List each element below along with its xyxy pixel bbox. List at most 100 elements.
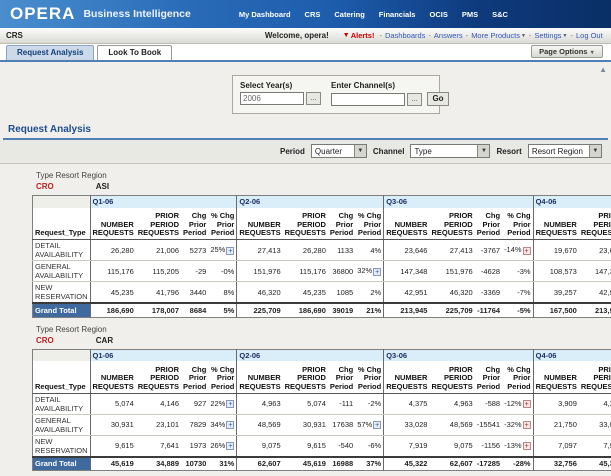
row-label: DETAIL AVAILABILITY: [33, 393, 91, 414]
cro-label: CRO: [36, 336, 54, 345]
cell: 62,607: [429, 457, 474, 471]
region-label: ASI: [96, 182, 109, 191]
chevron-down-icon: ▼: [590, 50, 595, 56]
cell: 9,615: [90, 435, 136, 457]
banner-nav-item-crs[interactable]: CRS: [305, 10, 321, 19]
column-header: % Chg Prior Period: [355, 208, 384, 240]
column-header: % Chg Prior Period: [502, 361, 533, 393]
banner-nav-item-catering[interactable]: Catering: [334, 10, 364, 19]
section-label: CRS: [6, 31, 23, 40]
banner-nav-item-ocis[interactable]: OCIS: [429, 10, 447, 19]
corner-cell: [33, 196, 91, 208]
collapse-arrow-icon[interactable]: ▲: [599, 65, 607, 74]
cell: -7%: [502, 282, 533, 304]
column-header: NUMBER REQUESTS: [384, 208, 430, 240]
cell: -0%: [208, 261, 237, 282]
drill-expand-icon[interactable]: +: [523, 442, 531, 450]
cell: -2%: [355, 393, 384, 414]
cell: 213,945: [384, 303, 430, 317]
column-header: % Chg Prior Period: [502, 208, 533, 240]
cell: 27,413: [429, 240, 474, 261]
separator: -: [529, 31, 532, 40]
channel-select[interactable]: Type▼: [410, 144, 490, 158]
cell: 8%: [208, 282, 237, 304]
cell: 45,619: [90, 457, 136, 471]
util-link-more-products[interactable]: More Products: [471, 31, 520, 40]
cell: 45,619: [283, 457, 328, 471]
cell: 115,205: [136, 261, 181, 282]
page-options-button[interactable]: Page Options ▼: [531, 45, 603, 58]
dashboard-content: ▲ Select Year(s) ... Enter Channel(s) ..…: [0, 62, 611, 476]
grand-total-label: Grand Total: [33, 303, 91, 317]
banner-nav-item-pms[interactable]: PMS: [462, 10, 478, 19]
cell: 927: [181, 393, 208, 414]
cell: 5,074: [283, 393, 328, 414]
region-line: CROASI: [36, 182, 603, 191]
row-header: Request_Type: [33, 361, 91, 393]
welcome-text: Welcome, opera!: [265, 31, 329, 40]
cell: 10730: [181, 457, 208, 471]
quarter-header: Q3-06: [384, 196, 533, 208]
util-link-dashboards[interactable]: Dashboards: [385, 31, 425, 40]
cell: 9,615: [283, 435, 328, 457]
cell: 5,074: [90, 393, 136, 414]
alerts-link[interactable]: Alerts!: [351, 31, 375, 40]
cell: 33,028: [384, 414, 430, 435]
drill-expand-icon[interactable]: +: [523, 400, 531, 408]
cell: 37%: [355, 457, 384, 471]
column-header: NUMBER REQUESTS: [237, 208, 283, 240]
column-header: NUMBER REQUESTS: [237, 361, 283, 393]
cell: 7,919: [579, 435, 611, 457]
drill-expand-icon[interactable]: +: [226, 442, 234, 450]
cell: 4,375: [384, 393, 430, 414]
year-label: Select Year(s): [240, 81, 321, 90]
tab-look-to-book[interactable]: Look To Book: [97, 45, 172, 60]
banner-nav-item-my-dashboard[interactable]: My Dashboard: [239, 10, 291, 19]
opera-logo: OPERA: [10, 4, 75, 24]
cell: -11764: [475, 303, 502, 317]
cell: 32,756: [533, 457, 579, 471]
cell: -14%+: [502, 240, 533, 261]
cell: 7,641: [136, 435, 181, 457]
channel-input[interactable]: [331, 93, 405, 106]
cell: 31%: [208, 457, 237, 471]
go-button[interactable]: Go: [427, 92, 449, 106]
drill-expand-icon[interactable]: +: [226, 421, 234, 429]
row-label: GENERAL AVAILABILITY: [33, 414, 91, 435]
channel-label: Enter Channel(s): [331, 81, 449, 90]
cell: 57%+: [355, 414, 384, 435]
cell: -29: [181, 261, 208, 282]
drill-expand-icon[interactable]: +: [226, 400, 234, 408]
column-header: NUMBER REQUESTS: [533, 361, 579, 393]
cell: -1156: [475, 435, 502, 457]
util-link-log-out[interactable]: Log Out: [576, 31, 603, 40]
year-input[interactable]: [240, 92, 304, 105]
cell: -5%: [502, 303, 533, 317]
year-browse-button[interactable]: ...: [306, 92, 321, 105]
cell: 5%: [208, 303, 237, 317]
banner-nav-item-financials[interactable]: Financials: [379, 10, 416, 19]
drill-expand-icon[interactable]: +: [373, 421, 381, 429]
column-header: Chg Prior Period: [181, 361, 208, 393]
cell: 48,569: [237, 414, 283, 435]
drill-expand-icon[interactable]: +: [523, 421, 531, 429]
drill-expand-icon[interactable]: +: [226, 247, 234, 255]
channel-browse-button[interactable]: ...: [407, 93, 422, 106]
column-header: % Chg Prior Period: [355, 361, 384, 393]
cell: 108,573: [533, 261, 579, 282]
cell: 186,690: [90, 303, 136, 317]
util-link-answers[interactable]: Answers: [434, 31, 463, 40]
drill-expand-icon[interactable]: +: [373, 268, 381, 276]
resort-select[interactable]: Resort Region▼: [528, 144, 602, 158]
utility-bar: CRS Welcome, opera! ▼Alerts!-Dashboards-…: [0, 28, 611, 44]
cell: 45,322: [579, 457, 611, 471]
cell: 5273: [181, 240, 208, 261]
banner-nav-item-s-c[interactable]: S&C: [492, 10, 508, 19]
cell: 4,146: [136, 393, 181, 414]
util-link-settings[interactable]: Settings: [534, 31, 561, 40]
table-row: NEW RESERVATION45,23541,79634408%46,3204…: [33, 282, 611, 304]
chevron-down-icon: ▼: [521, 33, 526, 39]
period-select[interactable]: Quarter▼: [311, 144, 367, 158]
drill-expand-icon[interactable]: +: [523, 247, 531, 255]
tab-request-analysis[interactable]: Request Analysis: [6, 45, 94, 60]
